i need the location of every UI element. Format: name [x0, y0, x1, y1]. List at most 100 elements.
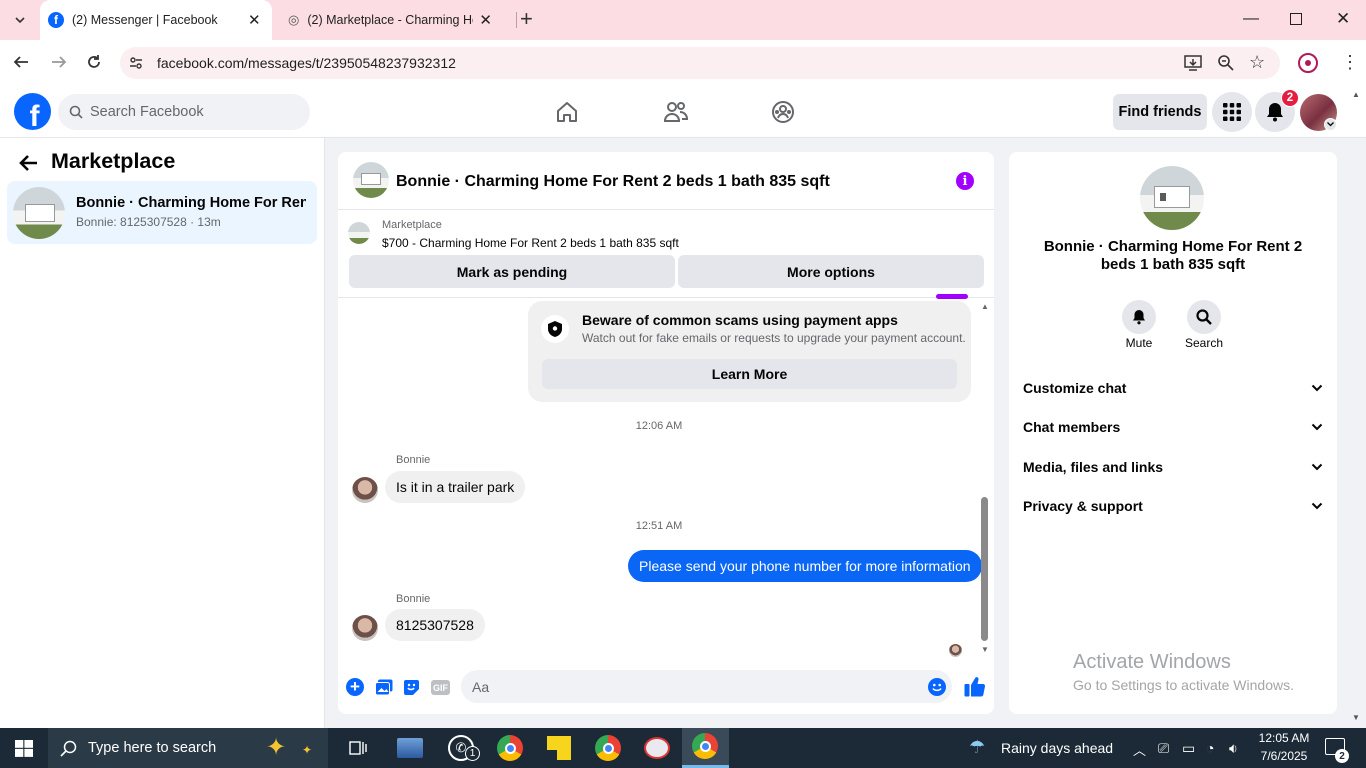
chevron-down-icon — [1311, 423, 1323, 431]
minimize-icon[interactable]: — — [1243, 10, 1259, 28]
chevron-down-icon — [1311, 463, 1323, 471]
conversation-list-panel: Marketplace Bonnie · Charming Home For R… — [0, 138, 325, 728]
restore-icon[interactable] — [1290, 13, 1302, 25]
emoji-icon[interactable] — [928, 678, 946, 696]
groups-icon[interactable] — [771, 100, 795, 124]
active-chrome-task[interactable] — [682, 728, 729, 768]
tab-close-icon[interactable]: ✕ — [479, 11, 492, 29]
attach-photo-icon[interactable] — [375, 679, 393, 696]
conversation-item[interactable]: Bonnie · Charming Home For Rent... Bonni… — [7, 181, 317, 244]
learn-more-button[interactable]: Learn More — [542, 359, 957, 389]
more-options-button[interactable]: More options — [678, 255, 984, 288]
install-app-icon[interactable] — [1184, 54, 1202, 72]
bookmark-star-icon[interactable]: ☆ — [1249, 52, 1265, 73]
weather-rain-icon: ☂ — [969, 737, 986, 757]
app-icon[interactable] — [394, 732, 426, 764]
chevron-down-icon — [1311, 384, 1323, 392]
task-view-icon[interactable] — [348, 738, 368, 758]
timestamp: 12:06 AM — [635, 420, 683, 432]
browser-menu-icon[interactable]: ⋮ — [1341, 52, 1359, 72]
taskbar-search-box[interactable]: Type here to search ✦ ✦ — [48, 728, 328, 768]
section-privacy-support[interactable]: Privacy & support — [1023, 498, 1323, 514]
url-text: facebook.com/messages/t/2395054823793231… — [157, 55, 456, 71]
sticker-icon[interactable] — [403, 679, 420, 696]
taskbar-search-placeholder: Type here to search — [88, 740, 217, 756]
show-hidden-icons-icon[interactable]: ︿ — [1133, 740, 1146, 759]
section-customize-chat[interactable]: Customize chat — [1023, 380, 1323, 396]
scrollbar-thumb[interactable] — [981, 497, 988, 641]
tab-search-icon[interactable] — [8, 8, 32, 32]
back-icon[interactable] — [12, 53, 30, 71]
section-label: Customize chat — [1023, 380, 1127, 396]
conversation-preview: Bonnie: 8125307528 · 13m — [76, 215, 221, 229]
sender-avatar[interactable] — [352, 615, 378, 641]
section-chat-members[interactable]: Chat members — [1023, 419, 1323, 435]
chrome-profile-icon[interactable] — [494, 732, 526, 764]
mark-as-pending-button[interactable]: Mark as pending — [349, 255, 675, 288]
message-input[interactable]: Aa — [461, 670, 952, 703]
paint-app-icon[interactable] — [641, 732, 673, 764]
menu-grid-icon[interactable] — [1212, 92, 1252, 132]
like-thumbs-up-icon[interactable] — [964, 676, 986, 697]
mute-bell-icon[interactable] — [1122, 300, 1156, 334]
profile-icon[interactable] — [1298, 53, 1318, 73]
windows-start-icon[interactable] — [15, 740, 33, 757]
listing-text[interactable]: $700 - Charming Home For Rent 2 beds 1 b… — [382, 236, 679, 250]
listing-thumbnail — [13, 187, 65, 239]
scroll-up-icon[interactable]: ▲ — [981, 302, 989, 311]
chat-details-panel: Bonnie · Charming Home For Rent 2 beds 1… — [1009, 152, 1337, 714]
forward-icon[interactable] — [50, 53, 68, 71]
zoom-icon[interactable] — [1217, 54, 1235, 72]
activate-windows-title: Activate Windows — [1073, 651, 1231, 673]
search-highlights-icon: ✦ — [266, 734, 287, 761]
incoming-message[interactable]: Is it in a trailer park — [385, 471, 526, 503]
new-tab-icon[interactable]: + — [520, 8, 533, 30]
search-placeholder: Search Facebook — [90, 104, 204, 120]
volume-icon[interactable]: 🔉︎ — [1229, 740, 1238, 757]
search-icon[interactable] — [1187, 300, 1221, 334]
close-window-icon[interactable]: ✕ — [1336, 9, 1350, 29]
incoming-message[interactable]: 8125307528 — [385, 609, 485, 641]
tab-close-icon[interactable]: ✕ — [248, 11, 261, 29]
chrome-icon[interactable] — [592, 732, 624, 764]
outgoing-message[interactable]: Please send your phone number for more i… — [628, 550, 982, 582]
battery-icon[interactable]: ▭ — [1182, 740, 1195, 757]
sender-name: Bonnie — [396, 593, 431, 605]
scroll-down-icon[interactable]: ▼ — [981, 645, 989, 654]
clock-date[interactable]: 7/6/2025 — [1256, 749, 1312, 763]
site-info-icon[interactable] — [128, 55, 144, 71]
find-friends-button[interactable]: Find friends — [1113, 94, 1207, 130]
action-center-badge: 2 — [1335, 749, 1349, 763]
back-arrow-icon[interactable] — [19, 154, 39, 172]
reload-icon[interactable] — [85, 53, 103, 71]
seen-avatar — [949, 644, 962, 657]
clock-time[interactable]: 12:05 AM — [1256, 731, 1312, 745]
omnibox[interactable]: facebook.com/messages/t/2395054823793231… — [120, 47, 1280, 79]
network-icon[interactable]: ◔ — [1206, 740, 1214, 756]
tab-title: (2) Marketplace - Charming Ho — [307, 13, 474, 27]
gif-icon[interactable]: GIF — [431, 680, 450, 695]
search-facebook-input[interactable]: Search Facebook — [58, 94, 310, 130]
add-actions-icon[interactable]: + — [346, 678, 364, 696]
details-avatar[interactable] — [1140, 166, 1204, 230]
section-media-files-links[interactable]: Media, files and links — [1023, 459, 1323, 475]
tab-title: (2) Messenger | Facebook — [72, 13, 218, 27]
conversation-info-icon[interactable]: i — [956, 172, 974, 190]
tab-messenger[interactable]: f (2) Messenger | Facebook ✕ — [40, 0, 272, 40]
sticky-notes-icon[interactable] — [543, 732, 575, 764]
panel-title: Marketplace — [51, 149, 176, 173]
shield-icon — [541, 315, 569, 343]
friends-icon[interactable] — [663, 100, 689, 124]
meet-now-icon[interactable]: ⎚ — [1158, 740, 1169, 757]
home-icon[interactable] — [555, 100, 579, 124]
sender-avatar[interactable] — [352, 477, 378, 503]
facebook-logo-icon[interactable]: f — [14, 93, 51, 130]
chat-title[interactable]: Bonnie · Charming Home For Rent 2 beds 1… — [396, 173, 830, 191]
weather-text[interactable]: Rainy days ahead — [1001, 740, 1113, 756]
warning-body: Watch out for fake emails or requests to… — [582, 331, 966, 345]
chat-avatar[interactable] — [353, 162, 389, 198]
tab-marketplace[interactable]: ◎ (2) Marketplace - Charming Ho ✕ — [280, 0, 510, 40]
page-scroll-down-icon[interactable]: ▼ — [1352, 713, 1360, 722]
account-chevron-icon[interactable] — [1324, 118, 1337, 131]
page-scroll-up-icon[interactable]: ▲ — [1352, 90, 1360, 99]
